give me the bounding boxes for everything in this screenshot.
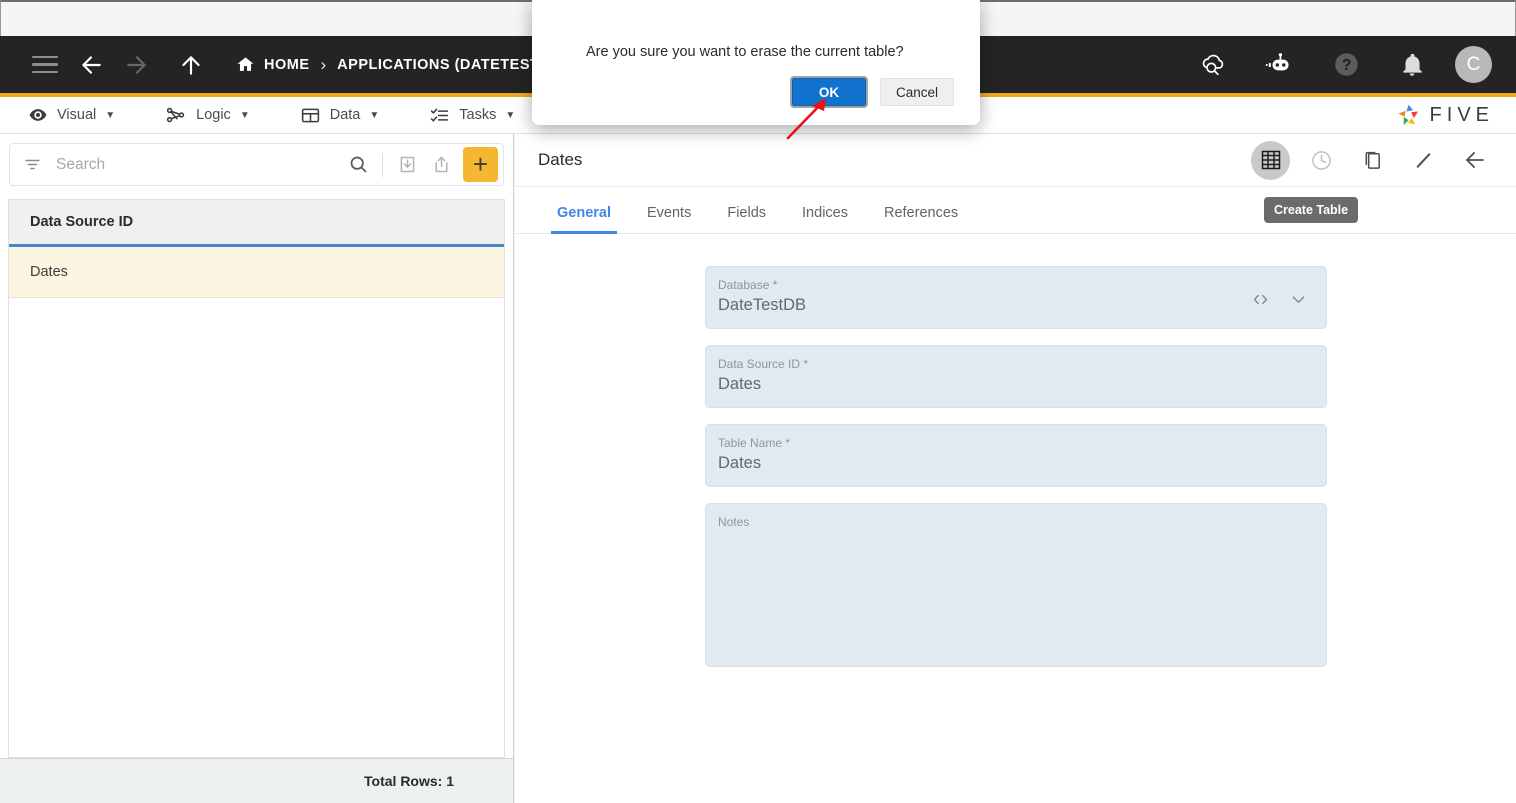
chevron-down-icon: ▼ bbox=[505, 109, 516, 121]
cloud-check-icon[interactable] bbox=[1191, 43, 1237, 87]
breadcrumb-applications-label: APPLICATIONS (DATETEST) bbox=[337, 56, 545, 73]
table-icon bbox=[301, 108, 319, 122]
svg-text:?: ? bbox=[1341, 57, 1351, 74]
menu-visual[interactable]: Visual ▼ bbox=[14, 97, 129, 133]
copy-icon[interactable] bbox=[1353, 141, 1392, 180]
search-toolbar: + bbox=[9, 143, 504, 186]
tab-indices[interactable]: Indices bbox=[784, 205, 866, 233]
table-name-value: Dates bbox=[718, 454, 762, 472]
filter-icon[interactable] bbox=[21, 148, 43, 182]
confirm-dialog: Are you sure you want to erase the curre… bbox=[532, 0, 980, 125]
data-source-id-label: Data Source ID * bbox=[718, 357, 809, 371]
database-field[interactable]: Database * DateTestDB bbox=[705, 266, 1327, 329]
menu-logic-label: Logic bbox=[196, 107, 231, 123]
help-icon[interactable]: ? bbox=[1323, 43, 1369, 87]
home-icon bbox=[237, 57, 254, 71]
tab-general[interactable]: General bbox=[539, 205, 629, 234]
logic-nodes-icon bbox=[167, 107, 185, 123]
hamburger-icon[interactable] bbox=[22, 43, 68, 87]
notes-field[interactable]: Notes bbox=[705, 503, 1327, 667]
database-field-icons bbox=[1251, 290, 1308, 309]
tab-events[interactable]: Events bbox=[629, 205, 709, 233]
breadcrumb-home-label: HOME bbox=[264, 56, 310, 73]
breadcrumb-item-home[interactable]: HOME bbox=[236, 55, 310, 74]
arrow-left-icon[interactable] bbox=[68, 43, 114, 87]
five-brand-logo: FIVE bbox=[1395, 102, 1516, 129]
list-column-header: Data Source ID bbox=[8, 199, 505, 244]
search-icon[interactable] bbox=[341, 148, 375, 182]
edit-pencil-icon[interactable] bbox=[1404, 141, 1443, 180]
form-column: Database * DateTestDB Data Source ID * D… bbox=[705, 266, 1327, 667]
history-clock-icon[interactable] bbox=[1302, 141, 1341, 180]
export-icon[interactable] bbox=[424, 148, 458, 182]
chevron-down-icon: ▼ bbox=[239, 109, 250, 121]
notes-label: Notes bbox=[718, 515, 750, 529]
database-field-value: DateTestDB bbox=[718, 296, 807, 314]
detail-panel: Dates General Events Fields Indices Refe… bbox=[515, 134, 1516, 803]
chevron-down-icon: ▼ bbox=[105, 109, 116, 121]
back-arrow-icon[interactable] bbox=[1455, 141, 1494, 180]
arrow-right-icon[interactable] bbox=[114, 43, 160, 87]
annotation-arrow bbox=[780, 96, 840, 142]
bell-icon[interactable] bbox=[1389, 43, 1435, 87]
menu-tasks[interactable]: Tasks ▼ bbox=[415, 97, 529, 133]
data-source-id-field[interactable]: Data Source ID * Dates bbox=[705, 345, 1327, 408]
app-root: HOME › APPLICATIONS (DATETEST) › bbox=[0, 0, 1516, 803]
chevron-down-icon: ▼ bbox=[369, 109, 380, 121]
data-source-list-panel: + Data Source ID Dates Total Rows: 1 bbox=[0, 134, 514, 803]
detail-tabs: General Events Fields Indices References bbox=[515, 187, 1516, 234]
menu-data[interactable]: Data ▼ bbox=[286, 97, 394, 133]
list-item[interactable]: Dates bbox=[9, 244, 504, 298]
list-item-label: Dates bbox=[30, 264, 68, 280]
table-name-field[interactable]: Table Name * Dates bbox=[705, 424, 1327, 487]
confirm-dialog-message: Are you sure you want to erase the curre… bbox=[586, 44, 904, 60]
topbar-left-group: HOME › APPLICATIONS (DATETEST) › bbox=[0, 43, 572, 87]
checklist-icon bbox=[431, 108, 449, 122]
general-tab-form: Database * DateTestDB Data Source ID * D… bbox=[515, 234, 1516, 803]
page-title: Dates bbox=[538, 150, 583, 169]
menu-logic[interactable]: Logic ▼ bbox=[151, 97, 264, 133]
tab-fields[interactable]: Fields bbox=[709, 205, 784, 233]
detail-actions bbox=[1251, 140, 1494, 180]
topbar-actions-group: ? C bbox=[1191, 43, 1516, 87]
robot-chat-icon[interactable] bbox=[1257, 43, 1303, 87]
total-rows-status: Total Rows: 1 bbox=[0, 758, 513, 803]
data-source-list: Dates bbox=[8, 244, 505, 758]
data-source-id-value: Dates bbox=[718, 375, 762, 393]
five-brand-label: FIVE bbox=[1429, 103, 1494, 126]
create-table-icon[interactable] bbox=[1251, 140, 1290, 180]
menu-visual-label: Visual bbox=[57, 107, 97, 123]
import-icon[interactable] bbox=[390, 148, 424, 182]
breadcrumb-item-applications[interactable]: APPLICATIONS (DATETEST) bbox=[337, 57, 545, 73]
tab-references[interactable]: References bbox=[866, 205, 976, 233]
menu-data-label: Data bbox=[329, 107, 361, 123]
table-name-label: Table Name * bbox=[718, 436, 791, 450]
menu-tasks-label: Tasks bbox=[459, 107, 497, 123]
detail-header: Dates bbox=[515, 134, 1516, 187]
eye-icon bbox=[29, 109, 47, 121]
cancel-button[interactable]: Cancel bbox=[880, 78, 954, 106]
user-avatar[interactable]: C bbox=[1455, 46, 1492, 83]
search-input[interactable] bbox=[43, 155, 341, 174]
add-data-source-button[interactable]: + bbox=[463, 147, 498, 182]
arrow-up-icon[interactable] bbox=[168, 43, 214, 87]
create-table-tooltip: Create Table bbox=[1264, 197, 1359, 223]
five-pinwheel-icon bbox=[1397, 104, 1418, 125]
toolbar-divider bbox=[382, 152, 383, 177]
breadcrumb-separator: › bbox=[320, 54, 327, 74]
database-field-label: Database * bbox=[718, 278, 778, 292]
chevron-down-icon[interactable] bbox=[1289, 290, 1308, 309]
code-brackets-icon[interactable] bbox=[1251, 290, 1270, 309]
